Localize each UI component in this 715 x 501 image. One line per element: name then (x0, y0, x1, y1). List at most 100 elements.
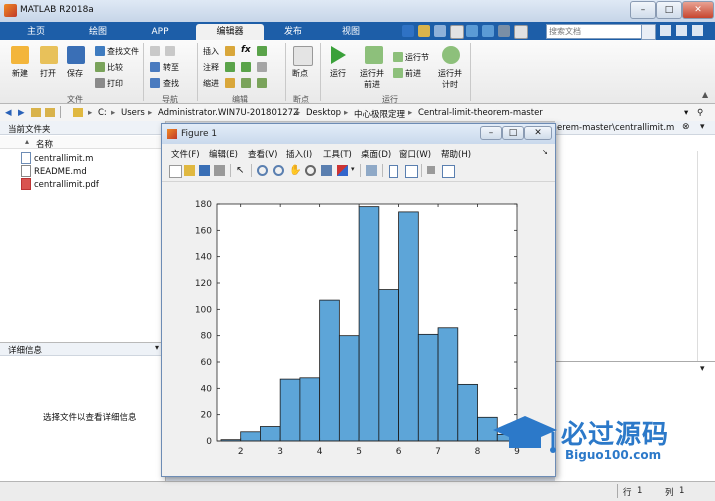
search-documentation-input[interactable]: 搜索文档 (546, 24, 642, 39)
expand-icon[interactable] (692, 25, 703, 36)
data-cursor-icon[interactable] (321, 165, 332, 176)
editor-menu-icon[interactable]: ▾ (700, 122, 705, 132)
run-section-button[interactable]: 运行节 (405, 52, 429, 63)
undo-quick-icon[interactable] (466, 25, 478, 37)
menu-window[interactable]: 窗口(W) (399, 148, 431, 160)
brush-icon[interactable] (337, 165, 348, 176)
pin-icon[interactable] (676, 25, 687, 36)
menu-file[interactable]: 文件(F) (171, 148, 200, 160)
fx-button[interactable]: fx (241, 45, 251, 55)
percent-comment-icon[interactable] (225, 62, 235, 72)
file-item-centrallimit-m[interactable]: centrallimit.m (34, 154, 93, 164)
insert-function-icon[interactable] (257, 46, 267, 56)
address-search-icon[interactable]: ⚲ (697, 108, 703, 118)
crumb-drive[interactable]: C: (98, 108, 107, 118)
zoom-out-icon[interactable] (273, 165, 284, 176)
crumb-desktop[interactable]: Desktop (306, 108, 341, 118)
advance-button[interactable]: 前进 (405, 68, 421, 79)
crumb-clt-folder[interactable]: 中心极限定理 (354, 108, 405, 120)
insert-legend-icon[interactable] (405, 165, 418, 178)
crumb-administrator[interactable]: Administrator.WIN7U-20180127Z (158, 108, 299, 118)
back-nav-icon[interactable] (150, 46, 160, 56)
browse-folder-icon[interactable] (45, 108, 55, 117)
run-and-advance-icon[interactable] (365, 46, 383, 64)
tab-home[interactable]: 主页 (10, 24, 62, 40)
column-name[interactable]: 名称 (36, 138, 53, 150)
insert-section-icon[interactable] (225, 46, 235, 56)
figure-minimize-button[interactable]: – (480, 126, 502, 140)
indent-button[interactable]: 缩进 (203, 78, 219, 89)
rotate-3d-icon[interactable] (305, 165, 316, 176)
wrap-comment-icon[interactable] (257, 62, 267, 72)
edit-plot-arrow-icon[interactable]: ↖ (236, 165, 247, 176)
brush-dropdown-icon[interactable]: ▾ (351, 165, 355, 173)
dock-icon[interactable]: ↘ (542, 148, 548, 156)
open-folder-icon[interactable] (40, 46, 58, 64)
save-quick-icon[interactable] (402, 25, 414, 37)
insert-button[interactable]: 插入 (203, 46, 219, 57)
menu-insert[interactable]: 插入(I) (286, 148, 312, 160)
run-and-time-icon[interactable] (442, 46, 460, 64)
figure-maximize-button[interactable]: □ (502, 126, 524, 140)
tab-publish[interactable]: 发布 (268, 24, 318, 40)
file-item-pdf[interactable]: centrallimit.pdf (34, 180, 99, 190)
file-item-readme[interactable]: README.md (34, 167, 87, 177)
run-and-time-button[interactable]: 运行并 计时 (438, 68, 462, 90)
tab-view[interactable]: 视图 (326, 24, 376, 40)
show-plot-tools-icon[interactable] (442, 165, 455, 178)
save-button[interactable]: 保存 (67, 68, 83, 79)
menu-help[interactable]: 帮助(H) (441, 148, 471, 160)
open-file-icon[interactable] (184, 165, 195, 176)
maximize-button[interactable]: □ (656, 1, 682, 19)
tab-editor[interactable]: 编辑器 (196, 24, 264, 40)
save-figure-icon[interactable] (199, 165, 210, 176)
link-plot-icon[interactable] (366, 165, 377, 176)
switch-windows-icon[interactable] (498, 25, 510, 37)
close-button[interactable]: ✕ (682, 1, 714, 19)
zoom-in-icon[interactable] (257, 165, 268, 176)
pan-hand-icon[interactable]: ✋ (289, 165, 301, 176)
menu-tools[interactable]: 工具(T) (323, 148, 352, 160)
command-window-menu-icon[interactable]: ▾ (700, 364, 705, 374)
run-button[interactable]: 运行 (330, 68, 346, 79)
collapse-ribbon-icon[interactable]: ▲ (702, 90, 708, 99)
run-icon[interactable] (331, 46, 346, 64)
editor-close-icon[interactable]: ⊗ (682, 122, 690, 132)
copy-quick-icon[interactable] (434, 25, 446, 37)
menu-edit[interactable]: 编辑(E) (209, 148, 238, 160)
sort-icon[interactable]: ▴ (25, 137, 29, 146)
up-folder-icon[interactable] (31, 108, 41, 117)
goto-button[interactable]: 转至 (163, 62, 179, 73)
comment-button[interactable]: 注释 (203, 62, 219, 73)
new-icon[interactable] (11, 46, 29, 64)
save-icon[interactable] (67, 46, 85, 64)
find-button[interactable]: 查找 (163, 78, 179, 89)
tab-plots[interactable]: 绘图 (70, 24, 126, 40)
new-button[interactable]: 新建 (12, 68, 28, 79)
new-figure-icon[interactable] (169, 165, 182, 178)
minimize-button[interactable]: – (630, 1, 656, 19)
search-icon[interactable] (641, 24, 656, 40)
redo-quick-icon[interactable] (482, 25, 494, 37)
details-collapse-icon[interactable]: ▾ (155, 343, 159, 352)
menu-view[interactable]: 查看(V) (248, 148, 277, 160)
notification-icon[interactable] (660, 25, 671, 36)
print-figure-icon[interactable] (214, 165, 225, 176)
increase-indent-icon[interactable] (241, 78, 251, 88)
back-arrow-icon[interactable]: ◀ (5, 108, 12, 118)
open-button[interactable]: 打开 (40, 68, 56, 79)
decrease-indent-icon[interactable] (257, 78, 267, 88)
find-files-button[interactable]: 查找文件 (107, 46, 139, 57)
run-and-advance-button[interactable]: 运行并 前进 (360, 68, 384, 90)
cut-quick-icon[interactable] (418, 25, 430, 37)
figure-close-button[interactable]: ✕ (524, 126, 552, 140)
insert-colorbar-icon[interactable] (389, 165, 398, 178)
breakpoints-icon[interactable] (293, 46, 313, 66)
editor-tab-centrallimit[interactable]: erem-master\centrallimit.m (557, 123, 674, 133)
breakpoints-button[interactable]: 断点 (292, 68, 308, 79)
address-dropdown-icon[interactable]: ▾ (684, 108, 688, 118)
hide-plot-tools-icon[interactable] (427, 166, 435, 174)
crumb-project-folder[interactable]: Central-limit-theorem-master (418, 108, 543, 118)
compare-button[interactable]: 比较 (107, 62, 123, 73)
paste-quick-icon[interactable] (450, 25, 464, 39)
